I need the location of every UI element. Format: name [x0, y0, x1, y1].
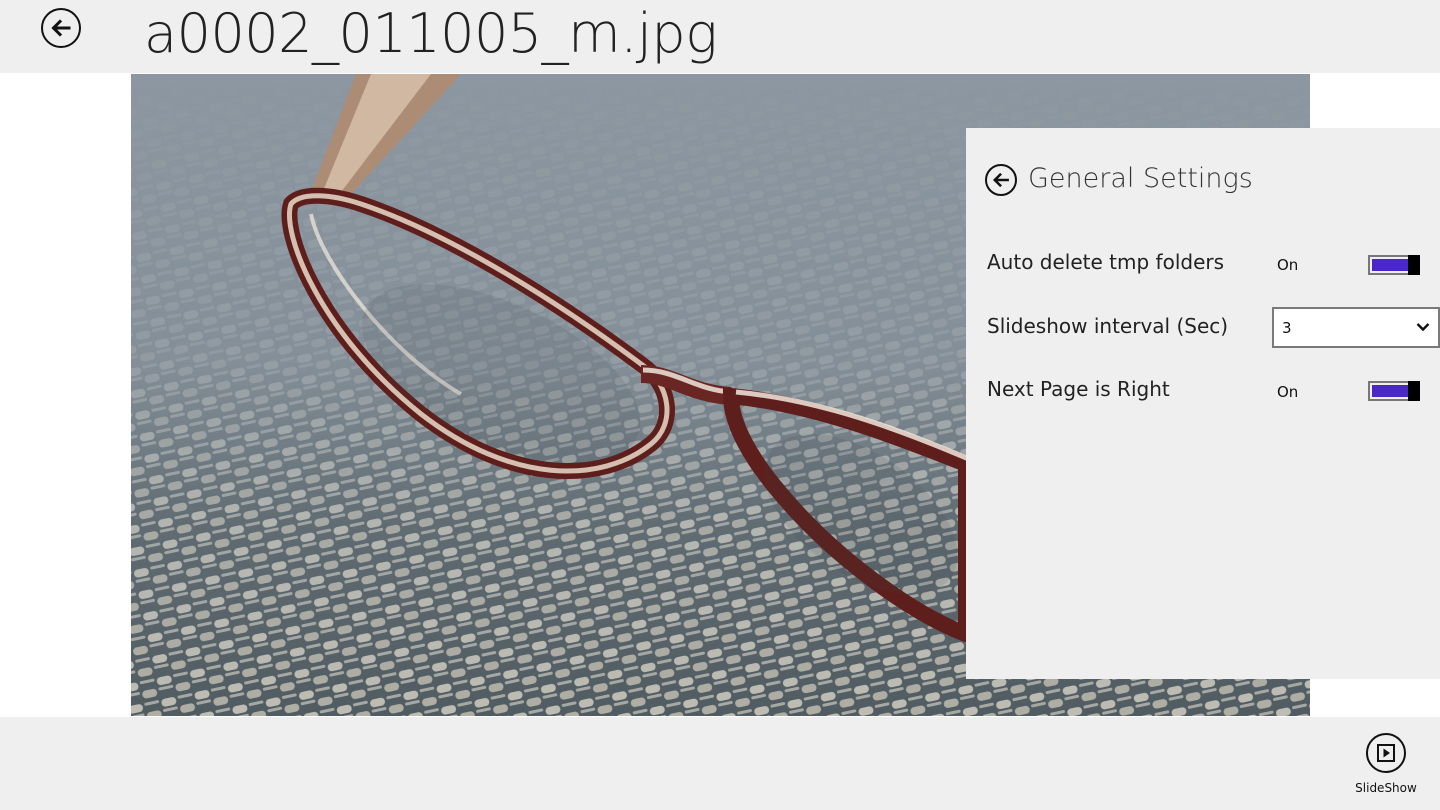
settings-back-button[interactable]	[985, 164, 1017, 196]
back-arrow-icon	[51, 19, 71, 37]
auto-delete-toggle[interactable]	[1368, 255, 1420, 275]
slideshow-interval-value: 3	[1282, 319, 1292, 337]
back-button[interactable]	[41, 8, 81, 48]
toggle-fill	[1372, 259, 1409, 271]
settings-flyout: General Settings Auto delete tmp folders…	[966, 128, 1440, 679]
next-page-toggle[interactable]	[1368, 381, 1420, 401]
slideshow-interval-select[interactable]: 3	[1272, 307, 1440, 348]
settings-title: General Settings	[1028, 163, 1253, 194]
toggle-thumb	[1408, 255, 1420, 275]
auto-delete-label: Auto delete tmp folders	[987, 250, 1225, 274]
auto-delete-state: On	[1277, 256, 1299, 274]
header-bar: a0002_011005_m.jpg	[0, 0, 1440, 73]
page-title: a0002_011005_m.jpg	[144, 2, 718, 65]
slideshow-circle	[1366, 733, 1406, 773]
next-page-label: Next Page is Right	[987, 377, 1170, 401]
next-page-state: On	[1277, 383, 1299, 401]
back-arrow-icon	[992, 172, 1009, 188]
chevron-down-icon	[1416, 323, 1430, 332]
app-window: a0002_011005_m.jpg General Settings Auto…	[0, 0, 1440, 810]
toggle-thumb	[1408, 381, 1420, 401]
bottom-app-bar: SlideShow	[0, 717, 1440, 810]
slideshow-interval-label: Slideshow interval (Sec)	[987, 314, 1229, 338]
slideshow-label: SlideShow	[1355, 781, 1417, 795]
play-icon	[1377, 744, 1395, 762]
slideshow-button[interactable]: SlideShow	[1350, 733, 1422, 803]
toggle-fill	[1372, 385, 1409, 397]
